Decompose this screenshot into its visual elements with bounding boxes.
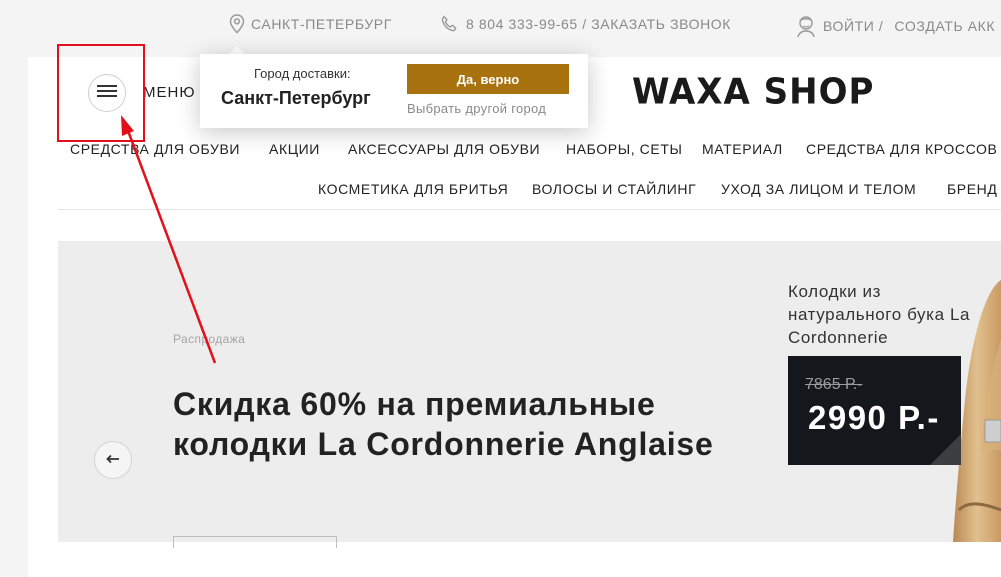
annotation-arrow <box>121 115 217 364</box>
